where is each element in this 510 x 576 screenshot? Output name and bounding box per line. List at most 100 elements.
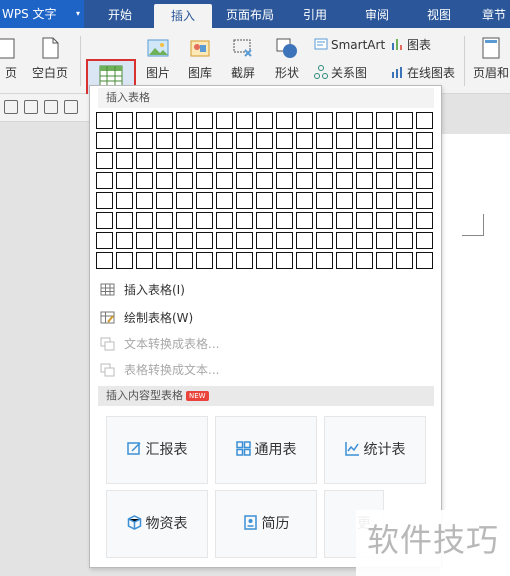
table-grid-cell[interactable] <box>376 232 393 249</box>
table-grid-cell[interactable] <box>376 152 393 169</box>
table-grid-cell[interactable] <box>116 252 133 269</box>
table-grid-cell[interactable] <box>216 192 233 209</box>
table-grid-cell[interactable] <box>196 152 213 169</box>
table-grid-cell[interactable] <box>356 152 373 169</box>
table-grid-cell[interactable] <box>116 192 133 209</box>
tab-view[interactable]: 视图 <box>412 0 466 28</box>
table-grid-cell[interactable] <box>256 212 273 229</box>
table-grid-cell[interactable] <box>236 232 253 249</box>
table-grid-cell[interactable] <box>236 252 253 269</box>
table-grid-cell[interactable] <box>356 172 373 189</box>
blank-page-button[interactable]: 空白页 <box>24 28 76 92</box>
table-grid-cell[interactable] <box>356 112 373 129</box>
table-grid-cell[interactable] <box>196 252 213 269</box>
table-grid-cell[interactable] <box>116 172 133 189</box>
table-grid-cell[interactable] <box>96 212 113 229</box>
table-grid-cell[interactable] <box>336 252 353 269</box>
table-grid-cell[interactable] <box>396 212 413 229</box>
table-grid-cell[interactable] <box>336 112 353 129</box>
table-grid-cell[interactable] <box>156 132 173 149</box>
table-grid-cell[interactable] <box>156 232 173 249</box>
table-grid-cell[interactable] <box>216 212 233 229</box>
table-grid-cell[interactable] <box>96 112 113 129</box>
table-grid-cell[interactable] <box>416 132 433 149</box>
table-grid-cell[interactable] <box>256 232 273 249</box>
table-grid-cell[interactable] <box>96 172 113 189</box>
print-icon[interactable] <box>44 100 58 114</box>
table-grid-cell[interactable] <box>136 172 153 189</box>
table-grid-cell[interactable] <box>376 112 393 129</box>
table-grid-cell[interactable] <box>96 252 113 269</box>
table-grid-cell[interactable] <box>296 152 313 169</box>
table-grid-cell[interactable] <box>156 192 173 209</box>
table-grid-cell[interactable] <box>136 192 153 209</box>
smartart-button[interactable]: SmartArt <box>314 36 385 54</box>
table-grid-cell[interactable] <box>256 192 273 209</box>
table-grid-cell[interactable] <box>316 172 333 189</box>
table-grid-cell[interactable] <box>196 232 213 249</box>
table-grid-cell[interactable] <box>216 132 233 149</box>
table-grid-cell[interactable] <box>176 212 193 229</box>
table-grid-cell[interactable] <box>416 232 433 249</box>
online-chart-button[interactable]: 在线图表 <box>390 64 455 82</box>
table-grid-cell[interactable] <box>416 112 433 129</box>
table-grid-cell[interactable] <box>196 172 213 189</box>
table-grid-cell[interactable] <box>156 112 173 129</box>
tab-page-layout[interactable]: 页面布局 <box>218 0 282 28</box>
table-grid-cell[interactable] <box>276 152 293 169</box>
table-grid-cell[interactable] <box>336 152 353 169</box>
table-grid-cell[interactable] <box>316 252 333 269</box>
table-grid-cell[interactable] <box>236 152 253 169</box>
table-grid-cell[interactable] <box>256 152 273 169</box>
table-grid-cell[interactable] <box>296 192 313 209</box>
chart-button[interactable]: 图表 <box>390 36 431 54</box>
table-grid-cell[interactable] <box>416 252 433 269</box>
table-grid-cell[interactable] <box>276 192 293 209</box>
table-grid-cell[interactable] <box>356 132 373 149</box>
shapes-button[interactable]: 形状 <box>266 28 308 92</box>
table-grid-cell[interactable] <box>296 212 313 229</box>
table-grid-cell[interactable] <box>396 252 413 269</box>
table-grid-cell[interactable] <box>236 192 253 209</box>
table-grid-cell[interactable] <box>136 212 153 229</box>
table-grid-cell[interactable] <box>416 152 433 169</box>
table-grid-cell[interactable] <box>156 152 173 169</box>
table-grid-cell[interactable] <box>336 132 353 149</box>
table-grid-cell[interactable] <box>136 152 153 169</box>
table-grid-cell[interactable] <box>176 172 193 189</box>
table-grid-cell[interactable] <box>216 152 233 169</box>
app-menu-button[interactable]: WPS 文字 ▾ <box>0 0 84 28</box>
table-grid-cell[interactable] <box>176 192 193 209</box>
table-grid-cell[interactable] <box>156 252 173 269</box>
card-report-table[interactable]: 汇报表 <box>106 416 208 484</box>
table-grid-cell[interactable] <box>236 132 253 149</box>
menu-insert-table[interactable]: 插入表格(I) <box>98 278 434 302</box>
table-grid-cell[interactable] <box>336 192 353 209</box>
table-grid-cell[interactable] <box>216 172 233 189</box>
table-grid-cell[interactable] <box>396 152 413 169</box>
tab-sections[interactable]: 章节 <box>474 0 510 28</box>
table-grid-cell[interactable] <box>396 232 413 249</box>
tab-insert[interactable]: 插入 <box>154 4 212 28</box>
table-grid-cell[interactable] <box>116 212 133 229</box>
export-pdf-icon[interactable] <box>24 100 38 114</box>
table-grid-cell[interactable] <box>236 172 253 189</box>
table-grid-cell[interactable] <box>396 132 413 149</box>
table-grid-cell[interactable] <box>116 152 133 169</box>
table-grid-cell[interactable] <box>256 252 273 269</box>
table-grid-cell[interactable] <box>296 132 313 149</box>
table-grid-cell[interactable] <box>116 112 133 129</box>
table-grid-cell[interactable] <box>156 172 173 189</box>
tab-references[interactable]: 引用 <box>288 0 342 28</box>
table-grid-cell[interactable] <box>96 132 113 149</box>
table-grid-cell[interactable] <box>236 112 253 129</box>
picture-button[interactable]: 图片 <box>138 28 178 92</box>
table-grid-cell[interactable] <box>336 232 353 249</box>
table-grid-cell[interactable] <box>296 252 313 269</box>
card-materials-table[interactable]: 物资表 <box>106 490 208 558</box>
table-grid-cell[interactable] <box>156 212 173 229</box>
table-grid-cell[interactable] <box>316 232 333 249</box>
card-stats-table[interactable]: 统计表 <box>324 416 426 484</box>
table-grid-cell[interactable] <box>176 112 193 129</box>
print-preview-icon[interactable] <box>64 100 78 114</box>
